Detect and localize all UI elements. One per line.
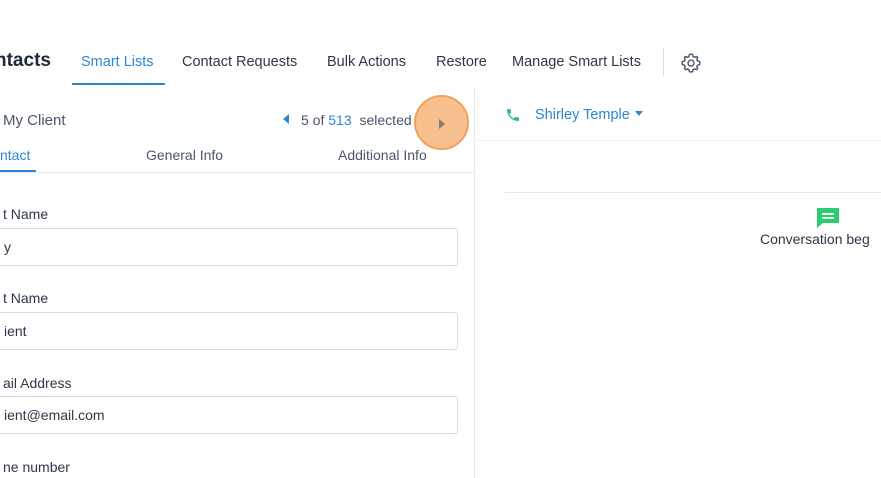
tab-contact-requests[interactable]: Contact Requests bbox=[182, 54, 297, 70]
tab-restore[interactable]: Restore bbox=[436, 54, 487, 70]
next-record-icon bbox=[439, 119, 445, 129]
next-record-button[interactable] bbox=[414, 95, 469, 150]
previous-record-icon[interactable] bbox=[283, 114, 289, 125]
tab-bulk-actions[interactable]: Bulk Actions bbox=[327, 54, 406, 70]
tab-smart-lists[interactable]: Smart Lists bbox=[81, 54, 154, 70]
phone-icon bbox=[505, 107, 521, 123]
pager-total[interactable]: 513 bbox=[328, 112, 351, 128]
conversation-header-divider bbox=[475, 140, 881, 141]
active-tab-indicator bbox=[72, 83, 165, 85]
tab-additional-info[interactable]: Additional Info bbox=[338, 147, 427, 163]
nav-divider bbox=[663, 48, 664, 76]
tab-manage-smart-lists[interactable]: Manage Smart Lists bbox=[512, 54, 641, 70]
chevron-down-icon bbox=[634, 110, 643, 116]
tab-general-info[interactable]: General Info bbox=[146, 147, 223, 163]
gear-icon[interactable] bbox=[679, 51, 703, 75]
email-label: ail Address bbox=[3, 375, 72, 391]
top-navigation: ntacts Smart Lists Contact Requests Bulk… bbox=[0, 0, 881, 89]
chat-bubble-icon bbox=[815, 206, 841, 230]
conversation-contact-name: Shirley Temple bbox=[535, 107, 630, 123]
conversation-divider bbox=[505, 192, 881, 193]
last-name-label: t Name bbox=[3, 290, 49, 306]
pager-position: 5 of bbox=[301, 112, 325, 128]
record-pager: 5 of 513 selected bbox=[283, 112, 412, 128]
conversation-panel: Shirley Temple Conversation beg bbox=[475, 88, 881, 478]
subtab-divider bbox=[0, 172, 474, 173]
contact-name: My Client bbox=[3, 112, 66, 129]
tab-contact[interactable]: ntact bbox=[0, 147, 30, 163]
page-title: ntacts bbox=[0, 50, 51, 71]
email-field[interactable]: ient@email.com bbox=[0, 396, 458, 434]
first-name-label: t Name bbox=[3, 206, 49, 222]
conversation-status-text: Conversation beg bbox=[760, 231, 870, 247]
first-name-field[interactable]: y bbox=[0, 228, 458, 266]
last-name-field[interactable]: ient bbox=[0, 312, 458, 350]
pager-suffix: selected bbox=[359, 112, 412, 128]
contact-detail-panel: My Client 5 of 513 selected ntact Genera… bbox=[0, 88, 475, 478]
phone-number-label: ne number bbox=[3, 459, 70, 475]
conversation-contact-dropdown[interactable]: Shirley Temple bbox=[535, 107, 643, 123]
